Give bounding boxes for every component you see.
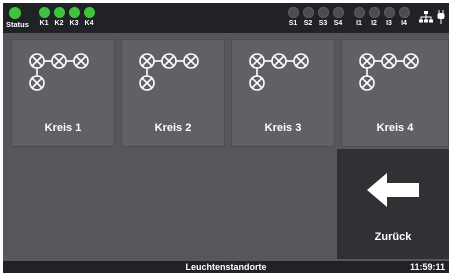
lamp-circuit-icon — [29, 53, 89, 91]
status-led — [9, 7, 21, 19]
switch-led — [332, 7, 344, 18]
tile-kreis-2[interactable]: Kreis 2 — [121, 39, 225, 147]
plug-icon — [437, 10, 445, 24]
lamp-circuit-icon — [359, 53, 419, 91]
circuit-led — [38, 7, 50, 18]
tile-label: Kreis 1 — [44, 122, 82, 134]
tile-label: Kreis 3 — [264, 122, 302, 134]
circuit-label: K4 — [84, 20, 94, 27]
switch-indicator-s4: S4 — [329, 7, 347, 27]
tile-label: Kreis 2 — [154, 122, 192, 134]
input-led — [383, 7, 395, 18]
input-indicator-i4: I4 — [395, 7, 413, 27]
circuit-led — [68, 7, 80, 18]
input-led — [353, 7, 365, 18]
arrow-left-icon — [367, 173, 419, 207]
switch-led — [287, 7, 299, 18]
back-button-label: Zurück — [374, 231, 412, 243]
page-title: Leuchtenstandorte — [185, 262, 267, 272]
tile-kreis-1[interactable]: Kreis 1 — [11, 39, 115, 147]
tile-label: Kreis 4 — [376, 122, 414, 134]
lamp-circuit-icon — [139, 53, 199, 91]
circuit-indicator-k4: K4 — [80, 7, 98, 27]
circuit-led — [53, 7, 65, 18]
input-led — [368, 7, 380, 18]
input-label: I4 — [401, 20, 407, 27]
screen: Status K1 K2 K3 K4 S1 S2 S3 S4 I1 I2 I3 … — [3, 3, 449, 273]
switch-label: S4 — [333, 20, 343, 27]
footer-bar: Leuchtenstandorte 11:59:11 — [3, 261, 449, 273]
switch-led — [317, 7, 329, 18]
network-icon — [419, 11, 433, 23]
lamp-circuit-icon — [249, 53, 309, 91]
status-bar: Status K1 K2 K3 K4 S1 S2 S3 S4 I1 I2 I3 … — [3, 3, 449, 33]
clock: 11:59:11 — [409, 262, 445, 272]
back-button[interactable]: Zurück — [337, 149, 449, 259]
circuit-led — [83, 7, 95, 18]
input-led — [398, 7, 410, 18]
tile-kreis-4[interactable]: Kreis 4 — [341, 39, 449, 147]
status-label: Status — [6, 20, 29, 29]
switch-led — [302, 7, 314, 18]
tile-kreis-3[interactable]: Kreis 3 — [231, 39, 335, 147]
